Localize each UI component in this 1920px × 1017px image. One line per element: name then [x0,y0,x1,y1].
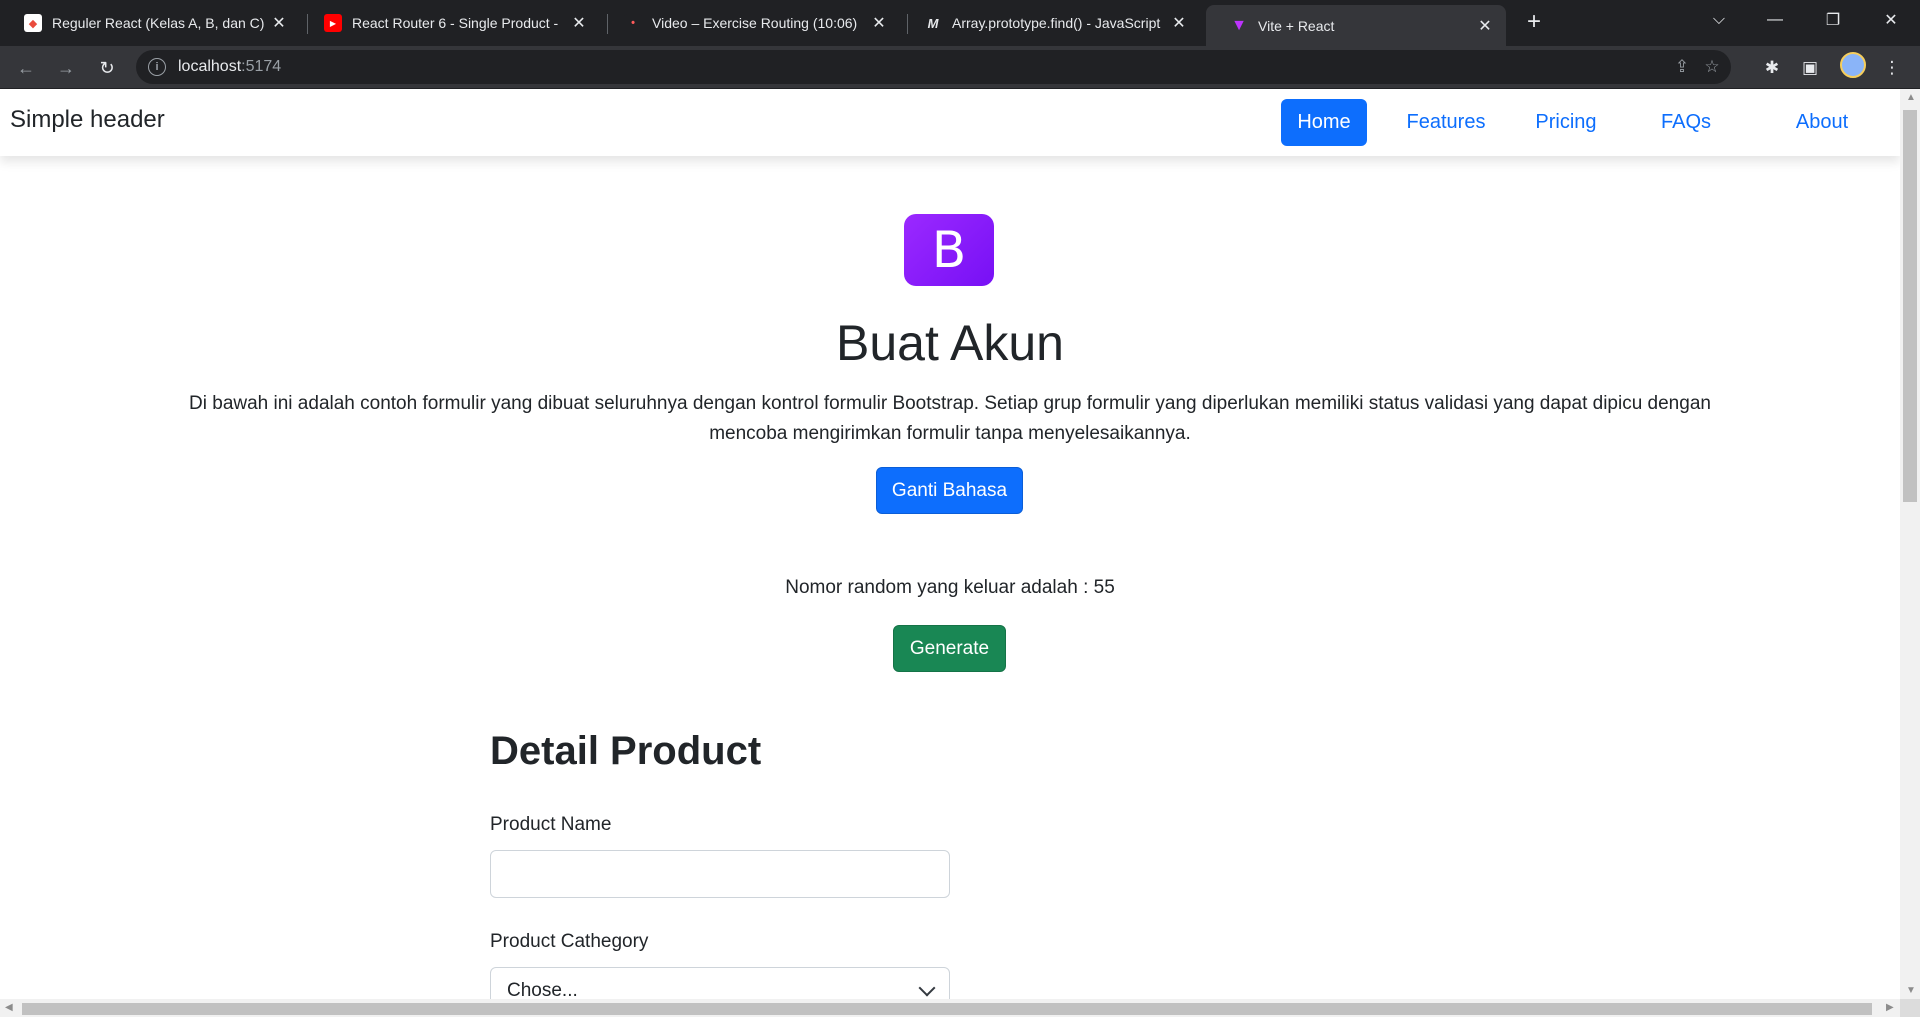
tab-title: Video – Exercise Routing (10:06) [652,15,858,31]
tab-title: Reguler React (Kelas A, B, dan C) [52,15,265,31]
mdn-icon: M [924,14,942,32]
product-category-select[interactable]: Chose... [490,967,950,999]
profile-avatar[interactable] [1840,52,1866,78]
close-icon[interactable]: ✕ [270,14,288,32]
tab-title: Array.prototype.find() - JavaScript [952,15,1161,31]
site-info-icon[interactable]: i [148,58,166,76]
new-tab-button[interactable]: + [1520,8,1548,36]
share-icon[interactable]: ⇪ [1671,56,1693,78]
scrollbar-corner [1900,999,1920,1017]
extensions-icon[interactable]: ✱ [1760,56,1784,80]
address-bar[interactable]: i localhost:5174 ⇪ ☆ [136,50,1731,84]
nav-pricing[interactable]: Pricing [1520,99,1612,146]
random-number-text: Nomor random yang keluar adalah : 55 [785,577,1115,598]
video-icon: • [624,14,642,32]
minimize-icon[interactable]: — [1752,0,1798,40]
vite-icon: ▼ [1231,16,1247,34]
close-icon[interactable]: ✕ [1476,17,1494,35]
generate-button[interactable]: Generate [893,625,1006,672]
site-header: Simple header Home Features Pricing FAQs… [0,89,1900,156]
nav-about[interactable]: About [1780,99,1864,146]
reload-icon[interactable]: ↻ [91,52,123,84]
browser-tab-active[interactable]: ▼ Vite + React ✕ [1206,5,1506,46]
page-viewport: Simple header Home Features Pricing FAQs… [0,89,1900,999]
url-host: localhost [178,58,242,75]
tab-title: React Router 6 - Single Product - [352,15,559,31]
horizontal-scroll-thumb[interactable] [22,1003,1872,1015]
browser-toolbar: ← → ↻ i localhost:5174 ⇪ ☆ ✱ ▣ ⋮ [0,46,1920,89]
menu-icon[interactable]: ⋮ [1880,56,1904,80]
close-icon[interactable]: ✕ [570,14,588,32]
scroll-right-arrow[interactable]: ▶ [1886,1002,1894,1013]
chevron-down-icon [918,979,936,997]
url-text[interactable]: localhost:5174 [178,58,281,76]
alterra-icon: ◆ [24,14,42,32]
scroll-down-arrow[interactable]: ▼ [1906,985,1916,996]
nav-home[interactable]: Home [1281,99,1367,146]
product-category-label: Product Cathegory [490,931,649,952]
change-language-button[interactable]: Ganti Bahasa [876,467,1023,514]
page-description: Di bawah ini adalah contoh formulir yang… [189,393,1711,444]
product-name-input[interactable] [490,850,950,898]
nav-features[interactable]: Features [1392,99,1500,146]
browser-tab[interactable]: • Video – Exercise Routing (10:06) ✕ [600,5,900,41]
restore-icon[interactable]: ❐ [1810,0,1856,40]
bookmark-star-icon[interactable]: ☆ [1701,56,1723,78]
close-icon[interactable]: ✕ [870,14,888,32]
section-title: Detail Product [490,729,762,773]
product-name-label: Product Name [490,814,612,835]
browser-tab[interactable]: ▶ React Router 6 - Single Product - ✕ [300,5,600,41]
select-value: Chose... [507,980,578,999]
window-close-icon[interactable]: ✕ [1868,0,1914,40]
browser-tab[interactable]: M Array.prototype.find() - JavaScript ✕ [900,5,1200,41]
close-icon[interactable]: ✕ [1170,14,1188,32]
bootstrap-logo: B [904,214,994,286]
page-title: Buat Akun [836,315,1064,371]
tab-title: Vite + React [1258,17,1335,34]
scroll-up-arrow[interactable]: ▲ [1906,92,1916,103]
tab-search-icon[interactable]: ⌵ [1696,0,1742,40]
browser-tab[interactable]: ◆ Reguler React (Kelas A, B, dan C) ✕ [0,5,300,41]
vertical-scroll-thumb[interactable] [1903,110,1917,502]
nav-faqs[interactable]: FAQs [1650,99,1722,146]
browser-tab-strip: ◆ Reguler React (Kelas A, B, dan C) ✕ ▶ … [0,0,1920,46]
side-panel-icon[interactable]: ▣ [1798,56,1822,80]
scroll-left-arrow[interactable]: ◀ [5,1002,13,1013]
youtube-icon: ▶ [324,14,342,32]
back-icon[interactable]: ← [10,52,42,84]
url-port: :5174 [241,58,282,75]
forward-icon[interactable]: → [50,52,82,84]
brand-title[interactable]: Simple header [10,106,165,134]
